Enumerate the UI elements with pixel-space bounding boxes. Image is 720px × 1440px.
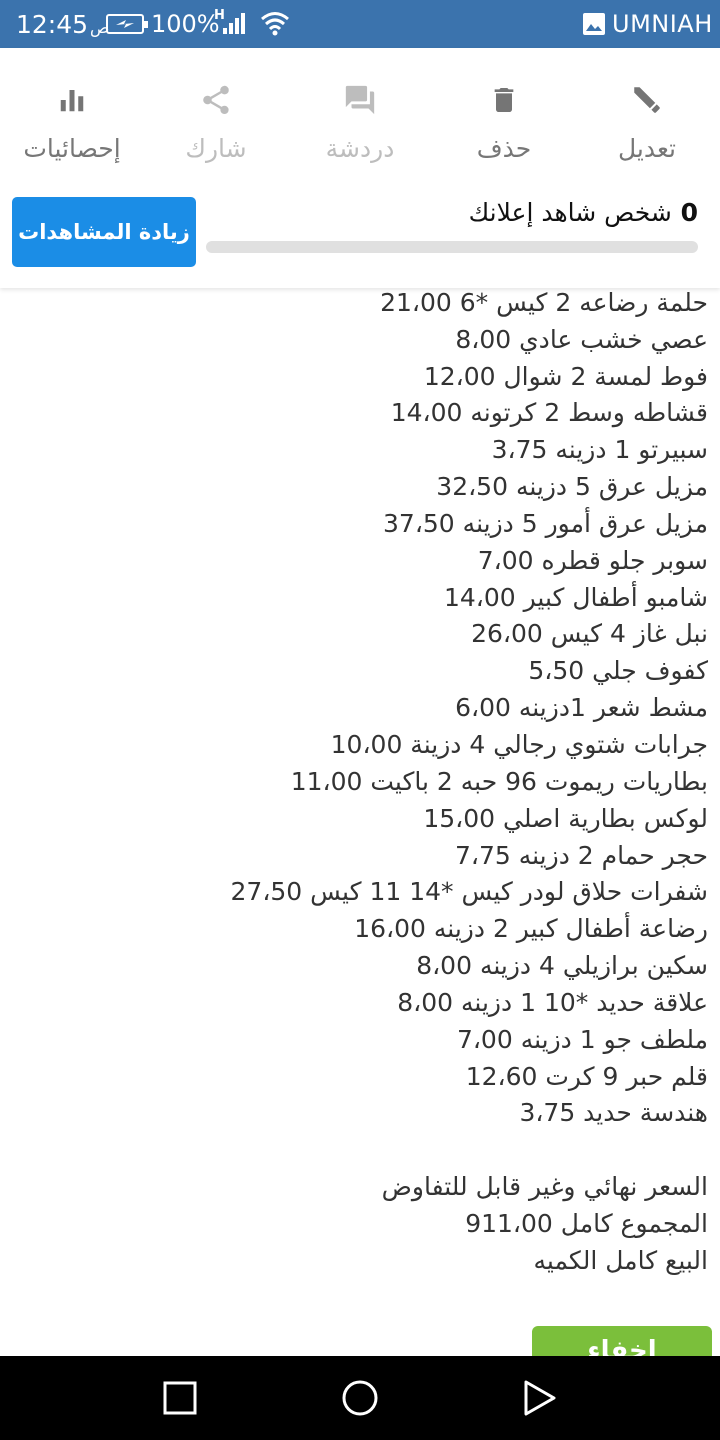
listing-line: فوط لمسة 2 شوال 12،00	[423, 361, 708, 391]
views-progress-bar	[206, 241, 698, 253]
listing-line: كفوف جلي 5،50	[528, 656, 708, 686]
boost-views-button[interactable]: زيادة المشاهدات	[12, 197, 196, 267]
listing-line: شامبو أطفال كبير 14،00	[443, 582, 708, 612]
home-icon[interactable]	[340, 1378, 380, 1418]
listing-line: مشط شعر 1دزينه 6،00	[455, 693, 708, 723]
chat-label: دردشة	[325, 134, 395, 163]
share-icon	[203, 85, 229, 115]
listing-line: قلم حبر 9 كرت 12،60	[465, 1061, 708, 1091]
screen: 12:45 ص 100% H UMNIAH تعديل حذف دردشة شا…	[0, 0, 720, 1440]
chat-icon	[345, 85, 375, 115]
system-navigation-bar	[0, 1356, 720, 1440]
status-time: 12:45 ص	[16, 10, 109, 39]
image-notification-icon	[583, 13, 605, 35]
pencil-icon	[634, 87, 660, 113]
status-clock: 12:45	[16, 10, 89, 39]
listing-line: قشاطه وسط 2 كرتونه 14،00	[390, 398, 708, 428]
listing-line: ملطف جو 1 دزينه 7،00	[456, 1024, 708, 1054]
listing-line: سوبر جلو قطره 7،00	[477, 545, 708, 575]
listing-line: سكين برازيلي 4 دزينه 8،00	[416, 951, 708, 981]
share-button[interactable]: شارك	[146, 78, 286, 178]
trash-icon	[494, 88, 514, 112]
delete-button[interactable]: حذف	[434, 78, 574, 178]
listing-line: رضاعة أطفال كبير 2 دزينه 16،00	[354, 914, 708, 944]
listing-line: حلمة رضاعه 2 كيس *6 21،00	[380, 288, 708, 317]
signal-icon	[223, 13, 245, 34]
battery-percent: 100%	[151, 10, 220, 38]
listing-line	[28, 1132, 708, 1169]
listing-line: عصي خشب عادي 8،00	[455, 324, 708, 354]
statistics-button[interactable]: إحصائيات	[2, 78, 142, 178]
recent-apps-icon[interactable]	[160, 1378, 200, 1418]
ad-action-toolbar: تعديل حذف دردشة شارك إحصائيات 0 شخص شاهد…	[0, 48, 720, 288]
ad-details-content: حلمة رضاعه 2 كيس *6 21،00 عصي خشب عادي 8،…	[0, 288, 720, 1356]
listing-line: مزيل عرق أمور 5 دزينه 37،50	[383, 508, 708, 538]
listing-line: هندسة حديد 3،75	[519, 1098, 708, 1128]
back-icon[interactable]	[520, 1378, 560, 1418]
listing-line: السعر نهائي وغير قابل للتفاوض	[381, 1172, 708, 1202]
battery-charging-icon	[106, 14, 148, 34]
listing-line: بطاريات ريموت 96 حبه 2 باكيت 11،00	[290, 766, 708, 796]
share-label: شارك	[185, 134, 247, 163]
edit-button[interactable]: تعديل	[577, 78, 717, 178]
views-label: شخص شاهد إعلانك	[468, 198, 672, 227]
listing-line: مزيل عرق 5 دزينه 32،50	[436, 472, 708, 502]
views-count-text: 0 شخص شاهد إعلانك	[469, 198, 698, 227]
listing-line: شفرات حلاق لودر كيس *14 11 كيس 27،50	[230, 877, 708, 907]
wifi-icon	[261, 12, 289, 36]
hide-details-button[interactable]: اخفاء التفاصيل	[532, 1326, 712, 1356]
chat-button[interactable]: دردشة	[290, 78, 430, 178]
listing-line: نبل غاز 4 كيس 26،00	[471, 619, 708, 649]
listing-line: جرابات شتوي رجالي 4 دزينة 10،00	[330, 729, 708, 759]
bar-chart-icon	[60, 90, 84, 112]
edit-label: تعديل	[617, 134, 677, 163]
listing-line: البيع كامل الكميه	[533, 1245, 708, 1275]
statistics-label: إحصائيات	[23, 134, 121, 163]
carrier-name: UMNIAH	[612, 10, 713, 38]
views-count: 0	[680, 198, 698, 227]
listing-lines: حلمة رضاعه 2 كيس *6 21،00 عصي خشب عادي 8،…	[28, 288, 708, 1280]
listing-line: المجموع كامل 911،00	[465, 1208, 708, 1238]
listing-line: لوكس بطارية اصلي 15،00	[423, 803, 708, 833]
listing-line: حجر حمام 2 دزينه 7،75	[454, 840, 708, 870]
status-bar: 12:45 ص 100% H UMNIAH	[0, 0, 720, 48]
listing-line: علاقة حديد *10 1 دزينه 8،00	[397, 987, 708, 1017]
listing-line: سبيرتو 1 دزينه 3،75	[491, 435, 708, 465]
delete-label: حذف	[476, 134, 532, 163]
